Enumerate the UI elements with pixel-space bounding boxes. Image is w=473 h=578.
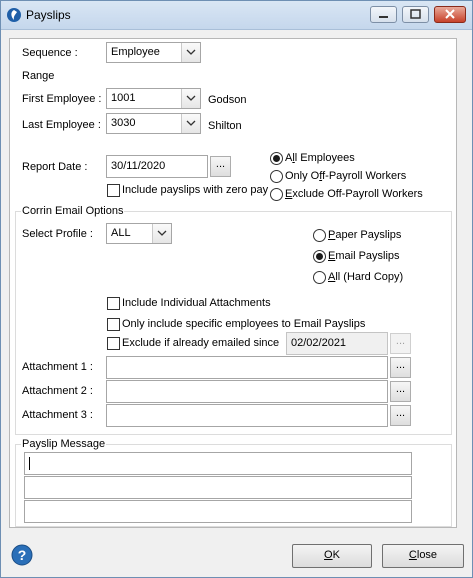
message-line-1-input[interactable] <box>24 452 412 475</box>
zero-pay-checkbox[interactable] <box>107 184 120 197</box>
message-line-3-input[interactable] <box>24 500 412 523</box>
first-employee-value: 1001 <box>111 92 136 104</box>
specific-employees-label: Only include specific employees to Email… <box>122 318 366 330</box>
app-logo-icon <box>7 8 21 22</box>
attachment-2-browse-button[interactable]: ... <box>390 381 411 402</box>
close-button[interactable]: Close <box>382 544 464 568</box>
exclude-date-value: 02/02/2021 <box>291 337 347 349</box>
message-line-2-input[interactable] <box>24 476 412 499</box>
email-payslips-radio[interactable] <box>313 250 326 263</box>
email-payslips-label: Email Payslips <box>328 250 400 262</box>
report-date-label: Report Date : <box>22 161 88 173</box>
include-attachments-label: Include Individual Attachments <box>122 297 271 309</box>
sequence-label: Sequence : <box>22 47 78 59</box>
first-employee-dropdown-button[interactable] <box>181 89 200 108</box>
only-off-payroll-radio[interactable] <box>270 170 283 183</box>
exclude-date-input[interactable]: 02/02/2021 <box>286 332 388 355</box>
payslips-window: Payslips Sequence : Employee Range First… <box>0 0 473 578</box>
report-date-picker-button[interactable]: ... <box>210 156 231 177</box>
all-hard-copy-label: All (Hard Copy) <box>328 271 404 283</box>
range-group-title: Range <box>22 70 55 82</box>
select-profile-label: Select Profile : <box>22 228 93 240</box>
attachment-3-label: Attachment 3 : <box>22 409 93 421</box>
exclude-off-payroll-label: Exclude Off-Payroll Workers <box>285 188 423 200</box>
minimize-icon <box>379 16 388 18</box>
dialog-panel: Sequence : Employee Range First Employee… <box>9 38 457 528</box>
minimize-button[interactable] <box>370 6 397 23</box>
first-employee-name: Godson <box>208 94 247 106</box>
sequence-dropdown-button[interactable] <box>181 43 200 62</box>
close-window-button[interactable] <box>434 6 466 23</box>
attachment-2-input[interactable] <box>106 380 388 403</box>
report-date-input[interactable]: 30/11/2020 <box>106 155 208 178</box>
sequence-value: Employee <box>111 46 160 58</box>
window-title: Payslips <box>26 8 71 22</box>
first-employee-select[interactable]: 1001 <box>106 88 201 109</box>
all-employees-label: All Employees <box>285 152 355 164</box>
all-hard-copy-radio[interactable] <box>313 271 326 284</box>
all-employees-radio[interactable] <box>270 152 283 165</box>
profile-value: ALL <box>111 227 131 239</box>
attachment-1-browse-button[interactable]: ... <box>390 357 411 378</box>
close-icon <box>445 9 455 19</box>
profile-dropdown-button[interactable] <box>152 224 171 243</box>
exclude-emailed-checkbox[interactable] <box>107 337 120 350</box>
chevron-down-icon <box>186 95 196 101</box>
last-employee-dropdown-button[interactable] <box>181 114 200 133</box>
attachment-1-label: Attachment 1 : <box>22 361 93 373</box>
include-attachments-checkbox[interactable] <box>107 297 120 310</box>
zero-pay-label: Include payslips with zero pay <box>122 184 269 196</box>
attachment-3-input[interactable] <box>106 404 388 427</box>
svg-text:?: ? <box>18 547 27 563</box>
last-employee-select[interactable]: 3030 <box>106 113 201 134</box>
report-date-value: 30/11/2020 <box>111 160 166 172</box>
last-employee-value: 3030 <box>111 117 136 129</box>
maximize-icon <box>410 9 421 19</box>
last-employee-name: Shilton <box>208 120 242 132</box>
chevron-down-icon <box>157 230 167 236</box>
only-off-payroll-label: Only Off-Payroll Workers <box>285 170 407 182</box>
help-icon[interactable]: ? <box>11 544 33 566</box>
text-caret <box>29 457 30 470</box>
first-employee-label: First Employee : <box>22 93 102 105</box>
paper-payslips-label: Paper Payslips <box>328 229 402 241</box>
profile-select[interactable]: ALL <box>106 223 172 244</box>
ok-button[interactable]: OK <box>292 544 372 568</box>
email-options-title: Corrin Email Options <box>21 205 125 217</box>
last-employee-label: Last Employee : <box>22 119 101 131</box>
sequence-select[interactable]: Employee <box>106 42 201 63</box>
exclude-emailed-label: Exclude if already emailed since <box>122 337 280 349</box>
maximize-button[interactable] <box>402 6 429 23</box>
attachment-1-input[interactable] <box>106 356 388 379</box>
chevron-down-icon <box>186 120 196 126</box>
chevron-down-icon <box>186 49 196 55</box>
specific-employees-checkbox[interactable] <box>107 318 120 331</box>
title-bar: Payslips <box>1 1 472 30</box>
exclude-off-payroll-radio[interactable] <box>270 188 283 201</box>
attachment-2-label: Attachment 2 : <box>22 385 93 397</box>
paper-payslips-radio[interactable] <box>313 229 326 242</box>
payslip-message-title: Payslip Message <box>21 438 107 450</box>
exclude-date-picker-button[interactable]: ... <box>390 333 411 354</box>
attachment-3-browse-button[interactable]: ... <box>390 405 411 426</box>
